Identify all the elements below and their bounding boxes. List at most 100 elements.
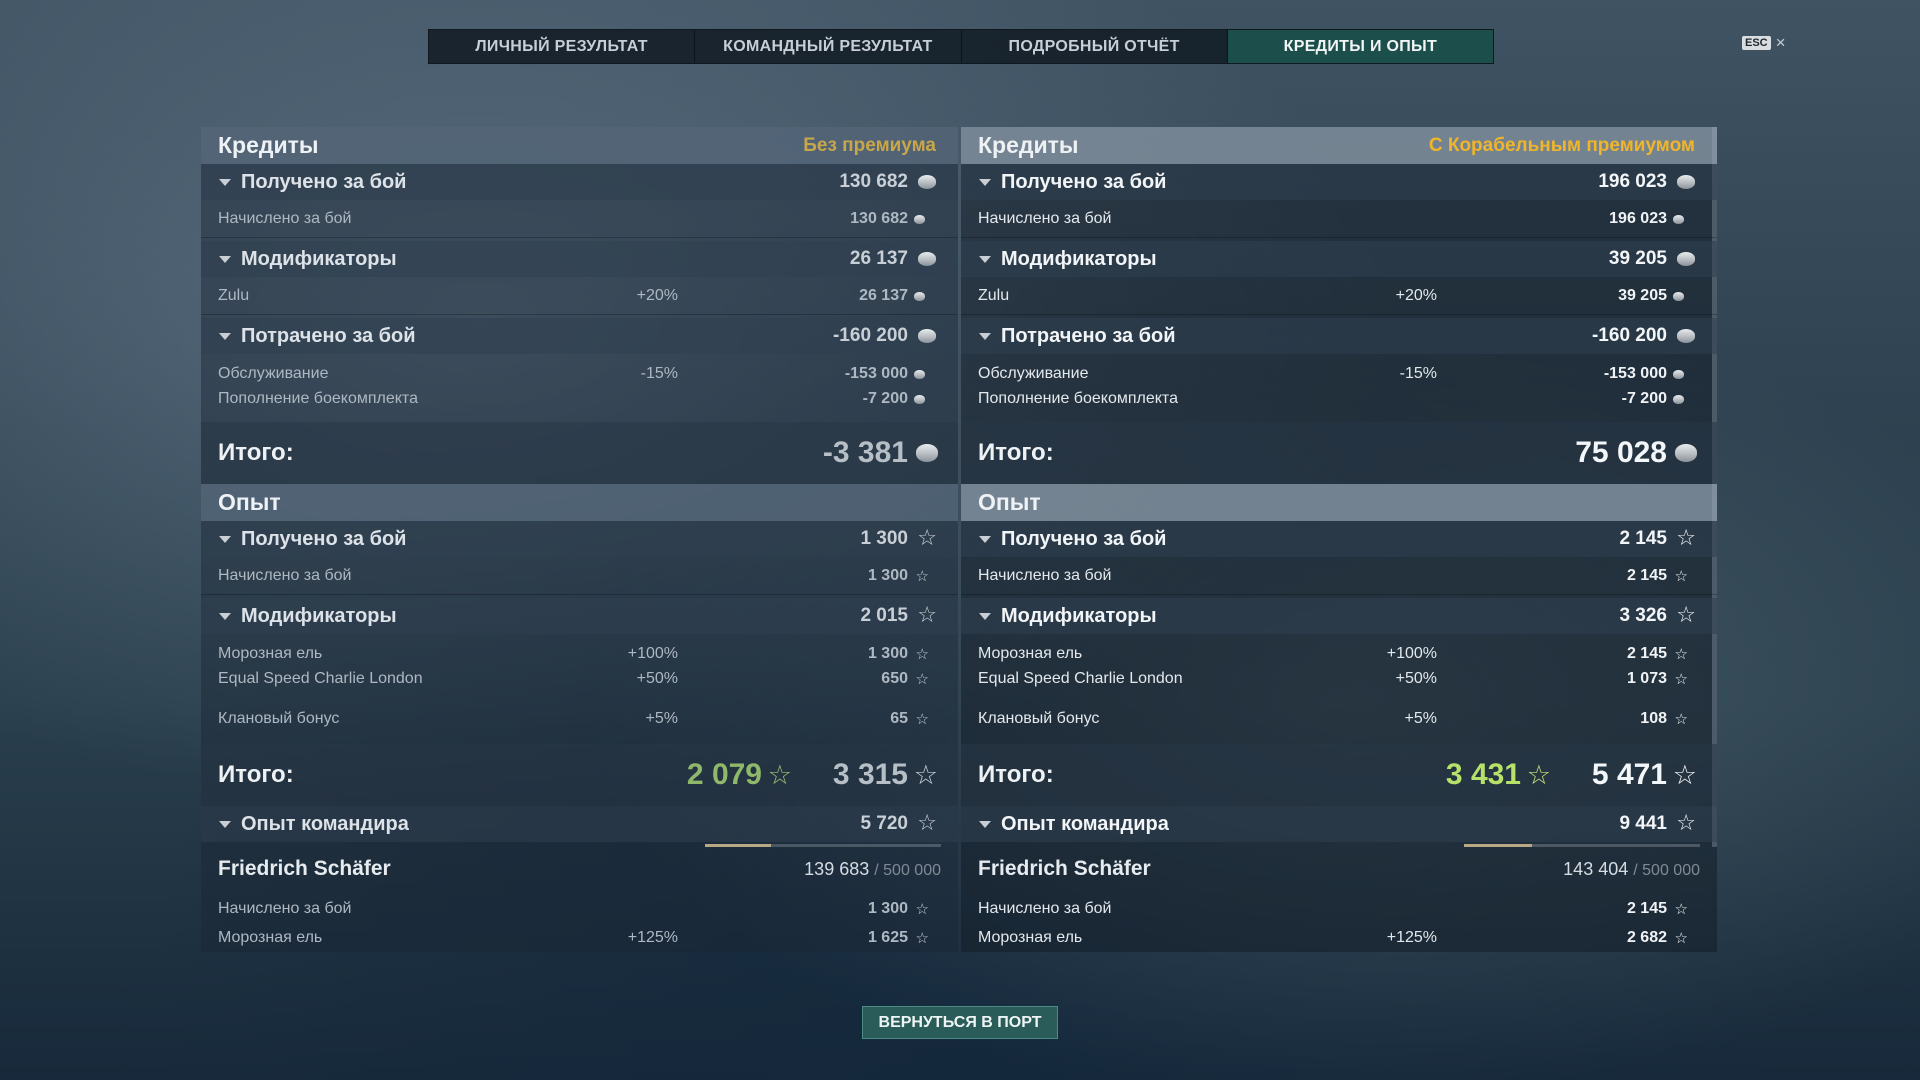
collapse-caret-icon[interactable] — [219, 820, 231, 828]
tab-team-result[interactable]: КОМАНДНЫЙ РЕЗУЛЬТАТ — [695, 30, 962, 63]
return-to-port-button[interactable]: ВЕРНУТЬСЯ В ПОРТ — [862, 1006, 1058, 1039]
credits-coin-icon — [1673, 369, 1684, 379]
group-value: 196 023 — [1598, 171, 1667, 192]
panel-with-ship-premium: Кредиты С Корабельным премиумом Получено… — [961, 127, 1717, 952]
xp-earned-group: Получено за бой 1 300 ☆ — [201, 521, 958, 557]
row-label: Пополнение боекомплекта — [218, 390, 418, 407]
close-button[interactable]: ESC × — [1742, 33, 1786, 53]
row-label: Морозная ель — [978, 929, 1083, 946]
xp-star-icon: ☆ — [915, 709, 929, 728]
group-value: 130 682 — [839, 171, 908, 192]
tab-personal-result[interactable]: ЛИЧНЫЙ РЕЗУЛЬТАТ — [429, 30, 696, 63]
total-value: 3 315 — [832, 758, 908, 791]
tab-detailed-report[interactable]: ПОДРОБНЫЙ ОТЧЁТ — [961, 30, 1228, 63]
xp-total: Итого: 3 431 ☆ 5 471 ☆ — [961, 744, 1717, 806]
group-value: 9 441 — [1619, 813, 1667, 834]
progress-fill — [1464, 844, 1532, 847]
list-item: Пополнение боекомплекта -7 200 — [201, 387, 958, 411]
group-value: 2 145 — [1619, 528, 1667, 549]
list-item: Морозная ель +125% 1 625 ☆ — [201, 926, 958, 950]
group-label: Модификаторы — [241, 604, 397, 627]
commander-xp-group: Опыт командира 5 720 ☆ — [201, 806, 958, 842]
credits-coin-icon — [914, 394, 925, 404]
row-percent: +125% — [1386, 929, 1437, 946]
group-value: 3 326 — [1619, 605, 1667, 626]
commander-xp-current: 143 404 — [1563, 858, 1629, 879]
row-percent: +20% — [1395, 287, 1437, 304]
credits-earned-group: Получено за бой 130 682 — [201, 164, 958, 200]
total-label: Итого: — [218, 761, 294, 788]
credits-coin-icon — [914, 214, 925, 224]
collapse-caret-icon[interactable] — [219, 612, 231, 620]
commander-xp-group: Опыт командира 9 441 ☆ — [961, 806, 1717, 842]
esc-key-icon: ESC — [1742, 36, 1771, 50]
group-label: Потрачено за бой — [1001, 324, 1176, 347]
list-item: Обслуживание -15% -153 000 — [961, 362, 1717, 386]
commander-xp-progress-bar — [705, 844, 941, 847]
group-label: Потрачено за бой — [241, 324, 416, 347]
xp-star-icon: ☆ — [913, 759, 938, 791]
list-item: Клановый бонус +5% 108 ☆ — [961, 707, 1717, 731]
row-label: Начислено за бой — [978, 900, 1112, 917]
xp-star-icon: ☆ — [1674, 566, 1688, 585]
list-item: Начислено за бой 1 300 ☆ — [201, 897, 958, 921]
commander-xp-max: / 500 000 — [1633, 861, 1700, 879]
row-value: 1 300 — [867, 567, 908, 584]
row-value: 130 682 — [850, 210, 908, 227]
xp-star-icon: ☆ — [1672, 759, 1697, 791]
xp-star-icon: ☆ — [1674, 899, 1688, 918]
list-item: Морозная ель +100% 1 300 ☆ — [201, 642, 958, 666]
row-percent: +100% — [1386, 645, 1437, 662]
commander-xp-progress-text: 143 404 / 500 000 — [1563, 859, 1700, 880]
list-item: Клановый бонус +5% 65 ☆ — [201, 707, 958, 731]
row-label: Морозная ель — [978, 645, 1083, 662]
xp-star-icon: ☆ — [917, 603, 937, 628]
row-value: 2 145 — [1626, 567, 1667, 584]
collapse-caret-icon[interactable] — [219, 255, 231, 263]
xp-star-icon: ☆ — [1674, 928, 1688, 947]
row-value: -153 000 — [844, 365, 908, 382]
commander-xp-max: / 500 000 — [874, 861, 941, 879]
list-item: Zulu +20% 39 205 — [961, 284, 1717, 308]
collapse-caret-icon[interactable] — [219, 535, 231, 543]
row-value: 26 137 — [859, 287, 908, 304]
credits-total: Итого: 75 028 — [961, 422, 1717, 484]
credits-total: Итого: -3 381 — [201, 422, 958, 484]
row-label: Equal Speed Charlie London — [218, 670, 423, 687]
credits-coin-icon — [918, 329, 936, 343]
group-value: 1 300 — [860, 528, 908, 549]
row-label: Начислено за бой — [218, 567, 352, 584]
xp-earned-group: Получено за бой 2 145 ☆ — [961, 521, 1717, 557]
credits-header: Кредиты Без премиума — [201, 127, 958, 164]
free-xp-star-icon: ☆ — [767, 759, 792, 791]
premium-label: Без премиума — [803, 134, 936, 156]
row-percent: +50% — [636, 670, 678, 687]
collapse-caret-icon[interactable] — [979, 612, 991, 620]
credits-coin-icon — [1673, 394, 1684, 404]
row-label: Клановый бонус — [978, 710, 1100, 727]
collapse-caret-icon[interactable] — [979, 535, 991, 543]
credits-title: Кредиты — [218, 132, 319, 158]
xp-title: Опыт — [978, 489, 1041, 515]
collapse-caret-icon[interactable] — [219, 332, 231, 340]
collapse-caret-icon[interactable] — [979, 820, 991, 828]
collapse-caret-icon[interactable] — [979, 332, 991, 340]
credits-title: Кредиты — [978, 132, 1079, 158]
row-percent: +50% — [1395, 670, 1437, 687]
panel-without-premium: Кредиты Без премиума Получено за бой 130… — [201, 127, 958, 952]
xp-star-icon: ☆ — [915, 928, 929, 947]
xp-star-icon: ☆ — [1674, 644, 1688, 663]
row-label: Equal Speed Charlie London — [978, 670, 1183, 687]
group-value: -160 200 — [832, 325, 908, 346]
group-label: Получено за бой — [1001, 527, 1167, 550]
collapse-caret-icon[interactable] — [979, 178, 991, 186]
credits-coin-icon — [916, 444, 938, 462]
collapse-caret-icon[interactable] — [979, 255, 991, 263]
commander-xp-current: 139 683 — [804, 858, 870, 879]
collapse-caret-icon[interactable] — [219, 178, 231, 186]
divider — [201, 237, 958, 238]
tab-credits-and-xp[interactable]: КРЕДИТЫ И ОПЫТ — [1227, 30, 1493, 63]
xp-total: Итого: 2 079 ☆ 3 315 ☆ — [201, 744, 958, 806]
credits-coin-icon — [1677, 252, 1695, 266]
credits-coin-icon — [914, 291, 925, 301]
